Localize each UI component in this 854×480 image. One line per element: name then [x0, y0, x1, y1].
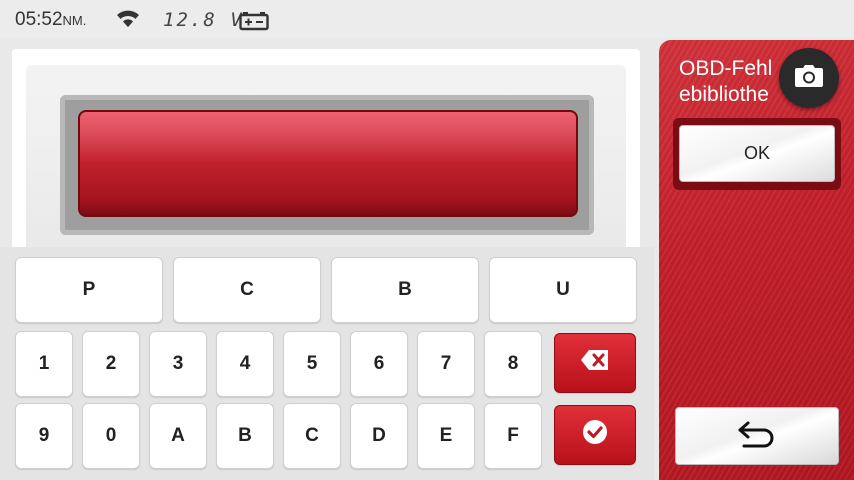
key-c-prefix[interactable]: C	[173, 257, 321, 323]
key-1[interactable]: 1	[15, 331, 73, 397]
key-b[interactable]: B	[216, 403, 274, 469]
clock-time: 05:52	[15, 9, 63, 30]
key-4[interactable]: 4	[216, 331, 274, 397]
status-bar: 05:52NM. 12.8 V	[0, 0, 854, 38]
clock: 05:52NM.	[15, 9, 86, 31]
back-arrow-icon	[736, 419, 778, 454]
screenshot-button[interactable]	[779, 48, 839, 108]
back-button[interactable]	[675, 407, 839, 465]
backspace-icon	[580, 349, 610, 377]
key-a[interactable]: A	[149, 403, 207, 469]
car-battery-icon	[239, 11, 269, 36]
key-6[interactable]: 6	[350, 331, 408, 397]
key-3[interactable]: 3	[149, 331, 207, 397]
key-2[interactable]: 2	[82, 331, 140, 397]
check-icon	[582, 419, 608, 451]
camera-icon	[794, 64, 824, 93]
key-7[interactable]: 7	[417, 331, 475, 397]
key-u[interactable]: U	[489, 257, 637, 323]
key-f[interactable]: F	[484, 403, 542, 469]
backspace-button[interactable]	[554, 333, 636, 393]
key-9[interactable]: 9	[15, 403, 73, 469]
key-e[interactable]: E	[417, 403, 475, 469]
confirm-button[interactable]	[554, 405, 636, 465]
key-b-prefix[interactable]: B	[331, 257, 479, 323]
key-8[interactable]: 8	[484, 331, 542, 397]
voltage-readout: 12.8 V	[163, 9, 244, 31]
ok-button[interactable]: OK	[679, 125, 835, 182]
key-p[interactable]: P	[15, 257, 163, 323]
key-c[interactable]: C	[283, 403, 341, 469]
key-5[interactable]: 5	[283, 331, 341, 397]
display-panel	[12, 49, 640, 259]
key-0[interactable]: 0	[82, 403, 140, 469]
side-panel: OBD-Fehl ebibliothe OK	[659, 40, 854, 480]
code-display	[78, 110, 578, 217]
key-d[interactable]: D	[350, 403, 408, 469]
wifi-icon	[114, 9, 142, 34]
keyboard: P C B U 1 2 3 4 5 6 7 8 9 0 A B C D E F	[0, 247, 654, 480]
clock-ampm: NM.	[62, 13, 87, 28]
